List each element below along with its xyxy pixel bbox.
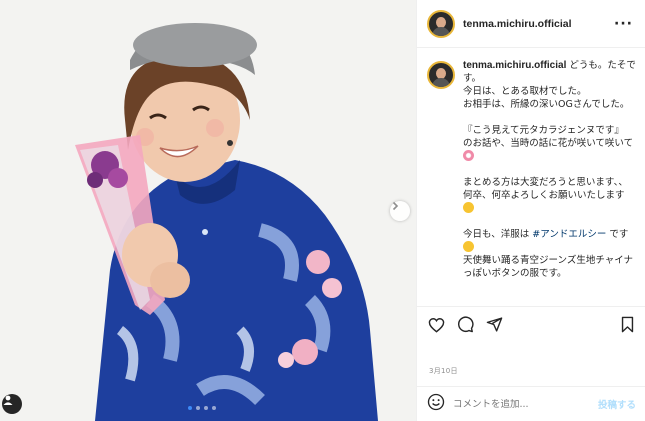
post-comment-button[interactable]: 投稿する bbox=[598, 397, 636, 411]
post-photo[interactable] bbox=[0, 0, 416, 421]
post-header: tenma.michiru.official ··· bbox=[417, 0, 645, 48]
caption-line: のお話や、当時の話に花が咲いて咲いて bbox=[463, 138, 634, 149]
bookmark-icon[interactable] bbox=[618, 316, 636, 334]
comment-input[interactable] bbox=[453, 398, 598, 410]
smile-emoji-icon bbox=[463, 202, 474, 213]
share-icon[interactable] bbox=[485, 316, 503, 334]
caption-line: お相手は、所縁の深いOGさんでした。 bbox=[463, 99, 630, 110]
carousel-indicator bbox=[188, 406, 216, 410]
avatar[interactable] bbox=[427, 9, 455, 38]
caption-avatar[interactable] bbox=[427, 61, 455, 89]
caption-line: 天使舞い踊る青空ジーンズ生地チャイナっぽいボタンの服です。 bbox=[463, 255, 634, 279]
carousel-dot bbox=[212, 406, 216, 410]
chevron-right-icon bbox=[392, 201, 399, 211]
carousel-dot bbox=[196, 406, 200, 410]
hashtag-link[interactable]: #アンドエルシー bbox=[532, 229, 606, 240]
comment-icon[interactable] bbox=[456, 316, 474, 334]
carousel-dot bbox=[204, 406, 208, 410]
caption-line: 今日も、洋服は bbox=[463, 229, 530, 240]
caption-line: です bbox=[609, 229, 629, 240]
next-image-button[interactable] bbox=[390, 201, 410, 221]
heart-icon[interactable] bbox=[427, 316, 445, 334]
caption-username[interactable]: tenma.michiru.official bbox=[463, 60, 566, 71]
carousel-dot bbox=[188, 406, 192, 410]
tagged-users-button[interactable] bbox=[2, 394, 22, 414]
photo-illustration bbox=[0, 0, 416, 421]
post-date[interactable]: 3月10日 bbox=[429, 366, 458, 376]
caption-line: 今日は、とある取材でした。 bbox=[463, 86, 587, 97]
add-comment-bar: 投稿する bbox=[417, 386, 645, 421]
header-username[interactable]: tenma.michiru.official bbox=[463, 18, 572, 30]
user-icon bbox=[3, 395, 13, 405]
caption-line: まとめる方は大変だろうと思います、、 bbox=[463, 177, 628, 188]
caption-text: tenma.michiru.official どうも。たそです。 今日は、とある… bbox=[463, 59, 636, 305]
caption-line: 何卒、何卒よろしくお願いいたします bbox=[463, 190, 625, 201]
post-actions bbox=[417, 306, 645, 342]
post-side-panel: tenma.michiru.official ··· tenma.michiru… bbox=[416, 0, 645, 421]
flower-emoji-icon bbox=[463, 150, 474, 161]
emoji-icon[interactable] bbox=[427, 393, 445, 415]
caption-line: 『こう見えて元タカラジェンヌです』 bbox=[463, 125, 624, 136]
more-horizontal-icon[interactable]: ··· bbox=[614, 16, 633, 32]
caption-area: tenma.michiru.official どうも。たそです。 今日は、とある… bbox=[417, 49, 645, 305]
smile-emoji-icon bbox=[463, 241, 474, 252]
